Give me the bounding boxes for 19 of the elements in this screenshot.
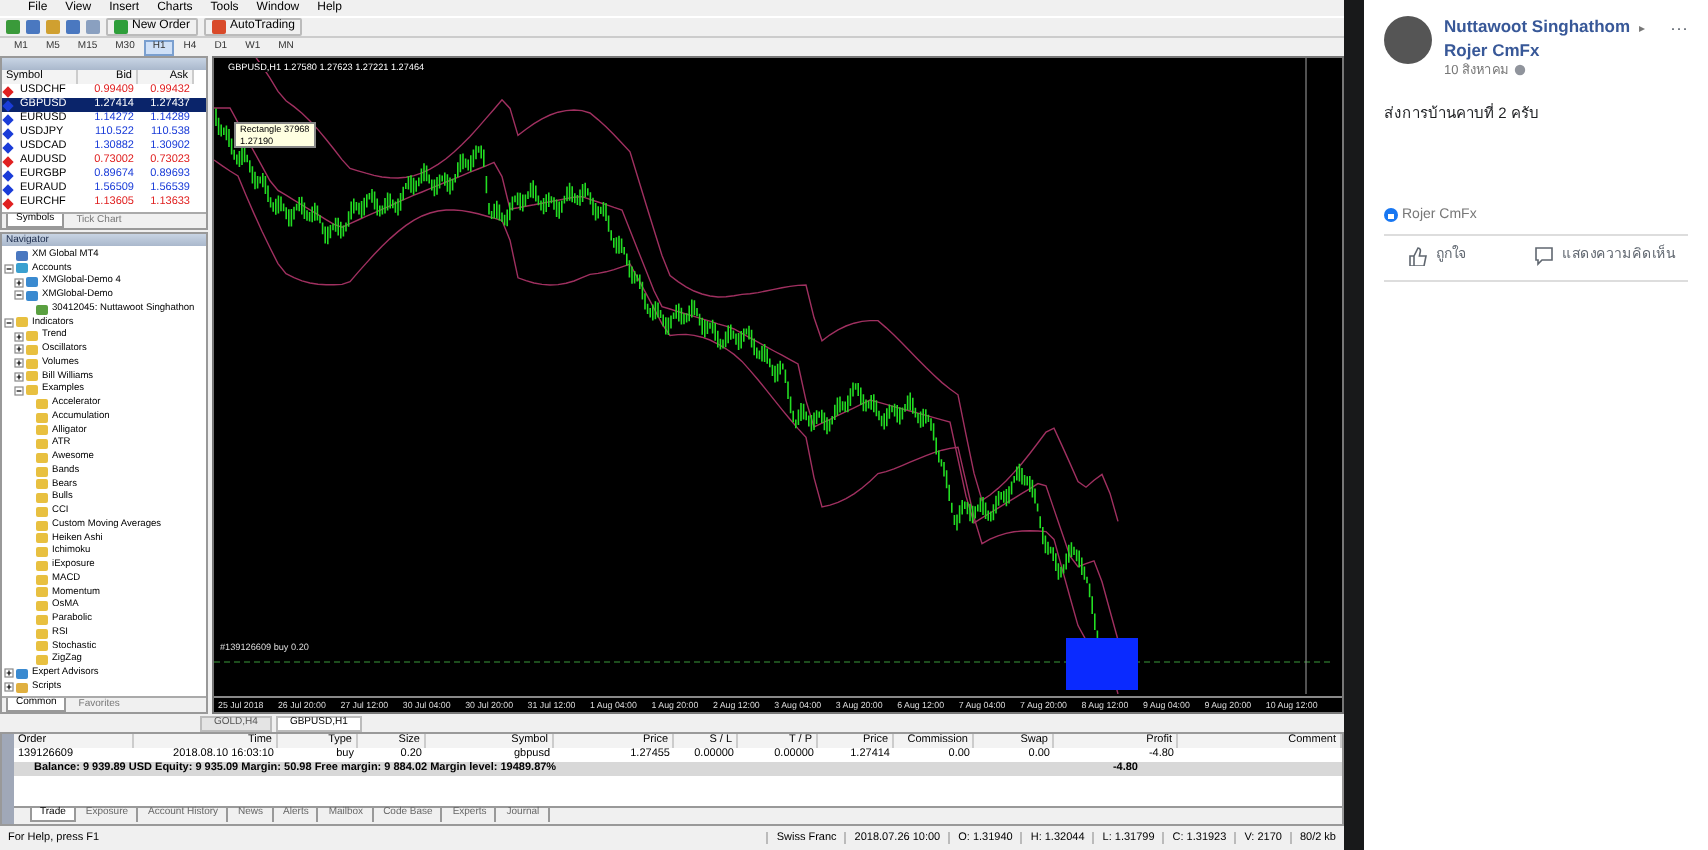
terminal-side-bar	[2, 734, 14, 824]
thumbs-up-icon	[1408, 246, 1428, 267]
expand-icon[interactable]	[14, 371, 24, 382]
collapse-icon[interactable]	[14, 290, 24, 301]
expand-icon[interactable]	[14, 331, 24, 342]
expand-icon[interactable]	[4, 682, 14, 693]
author-link[interactable]: Nuttawoot Singhathom	[1444, 16, 1631, 36]
more-options-button[interactable]: ···	[1670, 16, 1688, 81]
speech-bubble-icon	[1534, 246, 1554, 267]
avatar	[1384, 16, 1432, 64]
collapse-icon[interactable]	[14, 385, 24, 396]
expand-icon[interactable]	[14, 358, 24, 369]
expand-icon[interactable]	[4, 668, 14, 679]
expand-icon[interactable]	[14, 277, 24, 288]
target-link[interactable]: Rojer CmFx	[1444, 39, 1540, 59]
globe-icon	[1514, 64, 1527, 77]
expand-icon[interactable]	[14, 344, 24, 355]
collapse-icon[interactable]	[4, 317, 14, 328]
collapse-icon[interactable]	[4, 263, 14, 274]
